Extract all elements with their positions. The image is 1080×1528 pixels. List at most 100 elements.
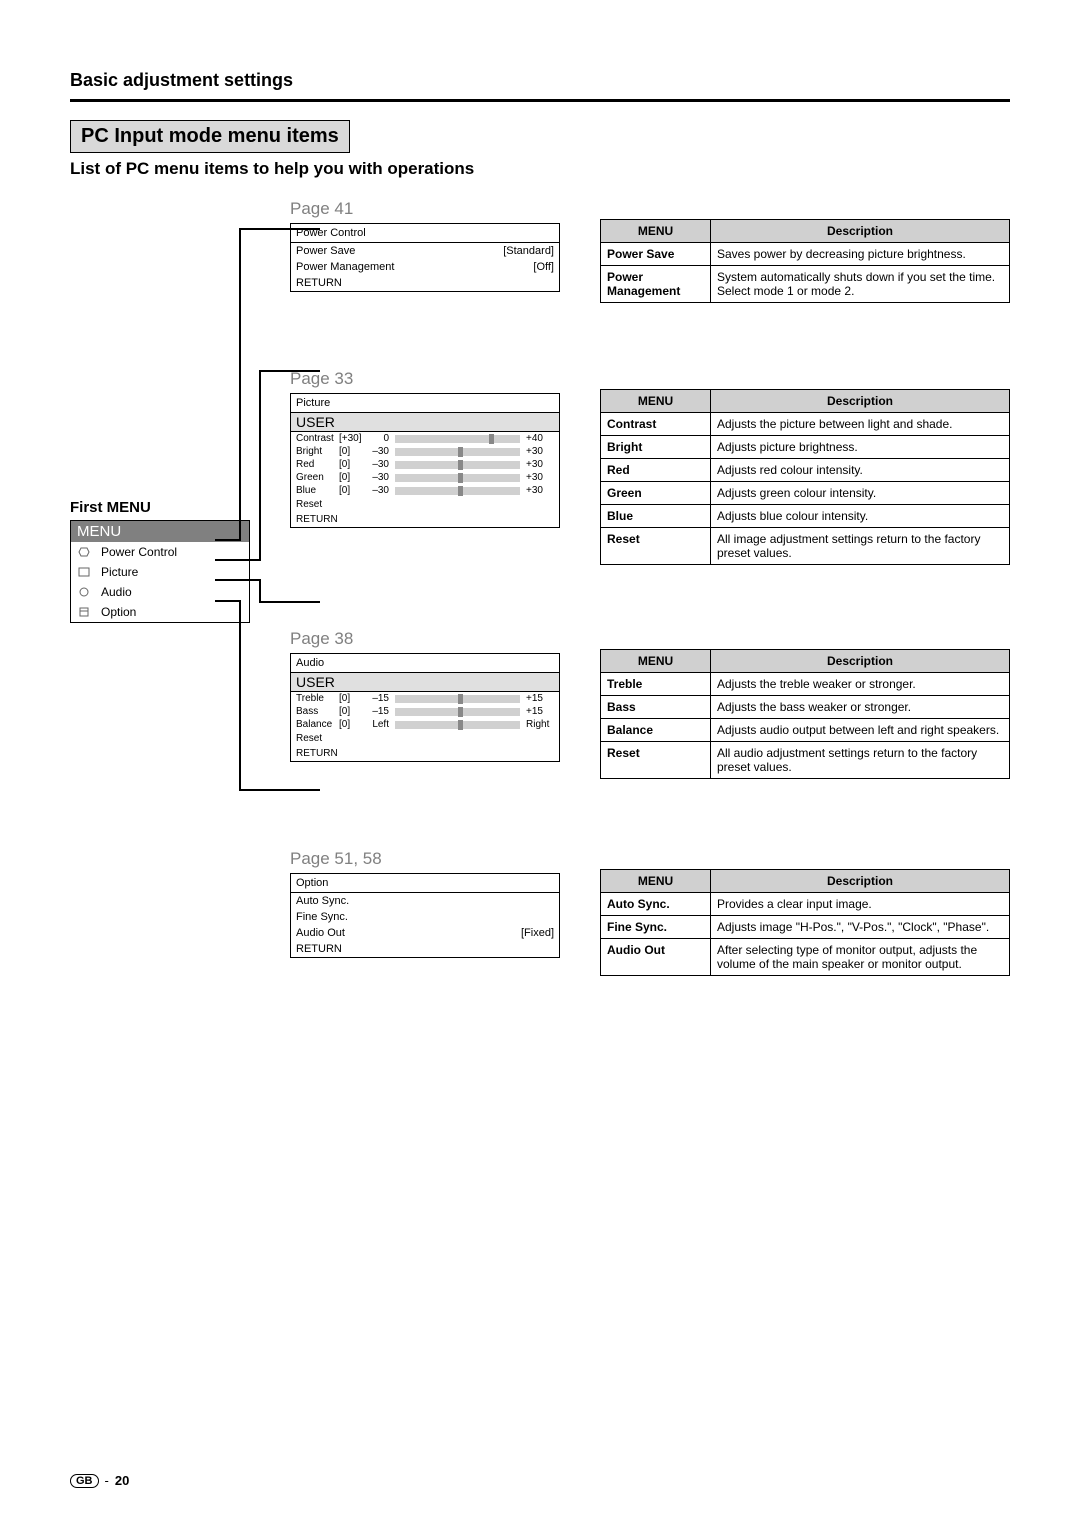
submenu-title: Picture (291, 394, 559, 413)
slider-min: –15 (367, 693, 389, 704)
menu-item-label: Picture (101, 565, 138, 579)
table-row: ContrastAdjusts the picture between ligh… (601, 413, 1010, 436)
slider-min: Left (367, 719, 389, 730)
table-header-menu: MENU (601, 650, 711, 673)
row-label: Audio Out (296, 927, 345, 939)
slider-min: –15 (367, 706, 389, 717)
table-cell-desc: All image adjustment settings return to … (711, 528, 1010, 565)
table-cell-desc: Adjusts audio output between left and ri… (711, 719, 1010, 742)
slider-max: +40 (526, 433, 554, 444)
row-value: [Fixed] (521, 927, 554, 939)
table-header-desc: Description (711, 650, 1010, 673)
first-menu-header: MENU (71, 521, 249, 542)
table-cell-menu: Balance (601, 719, 711, 742)
table-cell-menu: Green (601, 482, 711, 505)
table-row: Auto Sync.Provides a clear input image. (601, 893, 1010, 916)
page-reference: Page 38 (290, 629, 560, 649)
description-table: MENUDescriptionTrebleAdjusts the treble … (600, 649, 1010, 779)
page-footer: GB -20 (70, 1473, 129, 1488)
section-title: Basic adjustment settings (70, 70, 1010, 91)
table-cell-desc: Saves power by decreasing picture bright… (711, 243, 1010, 266)
slider-thumb (458, 694, 463, 704)
region-badge: GB (70, 1474, 99, 1488)
table-cell-desc: After selecting type of monitor output, … (711, 939, 1010, 976)
table-header-desc: Description (711, 870, 1010, 893)
description-table: MENUDescriptionPower SaveSaves power by … (600, 219, 1010, 303)
row-value: [Off] (533, 261, 554, 273)
page-number-prefix: - (105, 1473, 109, 1488)
slider-max: +30 (526, 472, 554, 483)
table-cell-menu: Bass (601, 696, 711, 719)
slider-track (395, 695, 520, 703)
table-header-desc: Description (711, 390, 1010, 413)
table-row: Fine Sync.Adjusts image "H-Pos.", "V-Pos… (601, 916, 1010, 939)
slider-value: [+30] (339, 433, 364, 444)
table-cell-desc: Adjusts the picture between light and sh… (711, 413, 1010, 436)
submenu-box: OptionAuto Sync.Fine Sync.Audio Out[Fixe… (290, 873, 560, 958)
table-row: BlueAdjusts blue colour intensity. (601, 505, 1010, 528)
slider-min: –30 (367, 485, 389, 496)
slider-row: Contrast[+30]0 +40 (291, 432, 559, 445)
table-cell-menu: Treble (601, 673, 711, 696)
power-icon (77, 546, 91, 558)
user-label: USER (291, 673, 559, 692)
picture-icon (77, 566, 91, 578)
slider-row: Red[0]–30+30 (291, 458, 559, 471)
return-label: RETURN (291, 275, 559, 291)
menu-item-picture: Picture (71, 562, 249, 582)
row-label: Fine Sync. (296, 911, 348, 923)
slider-max: +15 (526, 693, 554, 704)
slider-min: –30 (367, 446, 389, 457)
table-cell-desc: Adjusts the treble weaker or stronger. (711, 673, 1010, 696)
slider-row: Bass[0]–15+15 (291, 705, 559, 718)
first-menu-label: First MENU (70, 499, 250, 516)
table-header-menu: MENU (601, 220, 711, 243)
table-row: ResetAll audio adjustment settings retur… (601, 742, 1010, 779)
table-cell-menu: Blue (601, 505, 711, 528)
table-row: BassAdjusts the bass weaker or stronger. (601, 696, 1010, 719)
table-row: Power ManagementSystem automatically shu… (601, 266, 1010, 303)
page-heading: PC Input mode menu items (70, 120, 350, 153)
slider-thumb (458, 460, 463, 470)
table-row: Power SaveSaves power by decreasing pict… (601, 243, 1010, 266)
slider-value: [0] (339, 472, 364, 483)
submenu-title: Audio (291, 654, 559, 673)
submenu-row: Power Save[Standard] (291, 243, 559, 259)
slider-track (395, 487, 520, 495)
table-row: GreenAdjusts green colour intensity. (601, 482, 1010, 505)
slider-max: +30 (526, 446, 554, 457)
page-subheading: List of PC menu items to help you with o… (70, 159, 1010, 179)
slider-value: [0] (339, 485, 364, 496)
slider-min: –30 (367, 459, 389, 470)
submenu-extra: Reset (291, 497, 559, 512)
table-row: RedAdjusts red colour intensity. (601, 459, 1010, 482)
menu-item-audio: Audio (71, 582, 249, 602)
submenu-extra: RETURN (291, 746, 559, 761)
slider-track (395, 435, 520, 443)
menu-item-label: Option (101, 605, 136, 619)
page-reference: Page 51, 58 (290, 849, 560, 869)
slider-thumb (458, 486, 463, 496)
table-cell-desc: Adjusts red colour intensity. (711, 459, 1010, 482)
slider-thumb (458, 720, 463, 730)
slider-row: Treble[0]–15+15 (291, 692, 559, 705)
table-header-desc: Description (711, 220, 1010, 243)
slider-value: [0] (339, 459, 364, 470)
slider-value: [0] (339, 446, 364, 457)
slider-min: 0 (367, 433, 389, 444)
description-table: MENUDescriptionAuto Sync.Provides a clea… (600, 869, 1010, 976)
slider-min: –30 (367, 472, 389, 483)
slider-label: Contrast (296, 433, 336, 444)
option-icon (77, 606, 91, 618)
slider-label: Bass (296, 706, 336, 717)
submenu-row: Power Management[Off] (291, 259, 559, 275)
slider-track (395, 474, 520, 482)
table-cell-desc: Adjusts blue colour intensity. (711, 505, 1010, 528)
slider-row: Balance[0]LeftRight (291, 718, 559, 731)
divider (70, 99, 1010, 102)
slider-track (395, 721, 520, 729)
table-cell-menu: Reset (601, 528, 711, 565)
slider-label: Treble (296, 693, 336, 704)
submenu-box: Power ControlPower Save[Standard]Power M… (290, 223, 560, 292)
menu-item-label: Power Control (101, 545, 177, 559)
